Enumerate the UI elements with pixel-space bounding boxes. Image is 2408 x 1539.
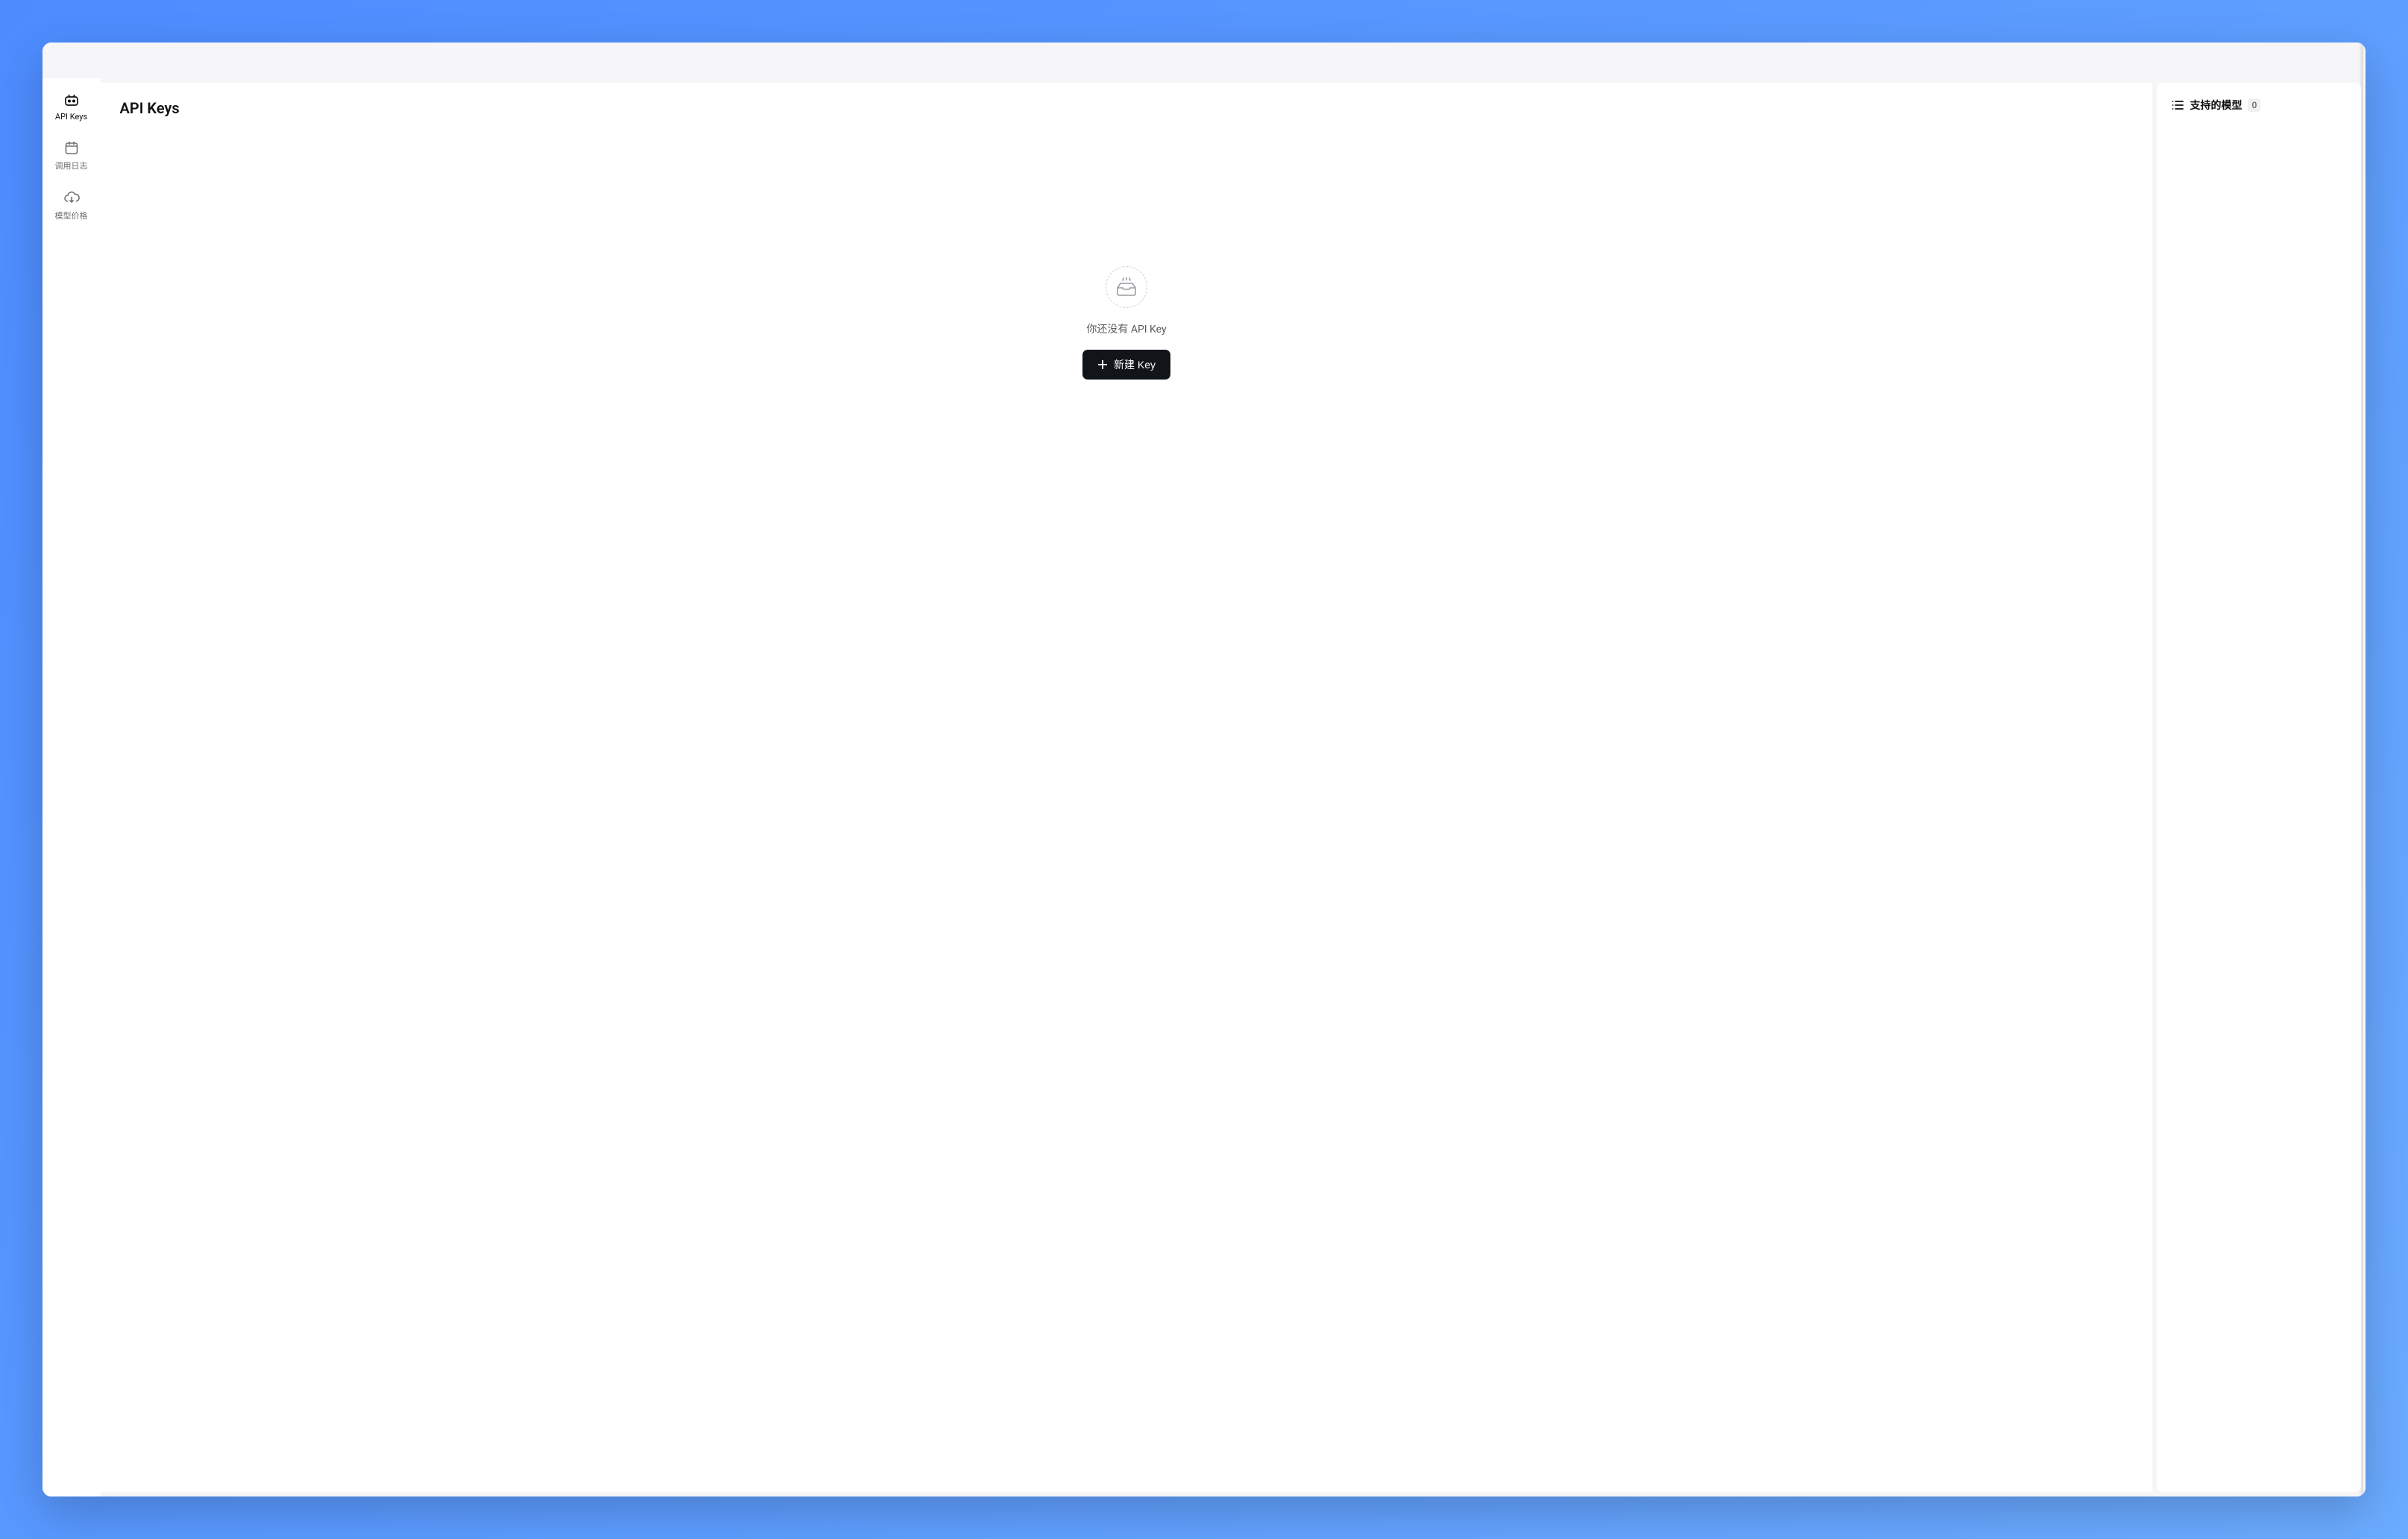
cloud-download-icon xyxy=(63,189,80,206)
create-key-button[interactable]: 新建 Key xyxy=(1082,350,1170,380)
model-count-badge: 0 xyxy=(2248,98,2260,112)
nav-label: 模型价格 xyxy=(55,210,88,221)
robot-icon xyxy=(63,92,80,108)
empty-state: 你还没有 API Key 新建 Key xyxy=(120,117,2134,1476)
page-title: API Keys xyxy=(120,99,2134,117)
right-panel: 支持的模型 0 xyxy=(2157,83,2361,1492)
list-icon xyxy=(2172,100,2184,110)
right-panel-title: 支持的模型 xyxy=(2190,98,2242,113)
empty-state-text: 你还没有 API Key xyxy=(1086,321,1166,336)
safari-window: owsmhwybdebc.sealoshzh.site 文A xyxy=(42,43,2366,1496)
nav-item-logs[interactable]: 调用日志 xyxy=(42,139,101,171)
nav-item-pricing[interactable]: 模型价格 xyxy=(42,189,101,221)
nav-label: 调用日志 xyxy=(55,160,88,171)
left-navigation: API Keys 调用日志 模型价格 xyxy=(42,78,101,1496)
nav-label: API Keys xyxy=(55,112,87,122)
create-key-button-label: 新建 Key xyxy=(1114,357,1156,372)
nav-item-api-keys[interactable]: API Keys xyxy=(42,92,101,122)
app-content-area: API Keys 调用日志 模型价格 API Keys xyxy=(42,78,2366,1496)
plus-icon xyxy=(1097,359,1108,370)
main-panel: API Keys 你还没有 API Key 新建 Key xyxy=(101,83,2153,1492)
empty-inbox-icon xyxy=(1106,266,1147,308)
calendar-icon xyxy=(63,139,80,156)
